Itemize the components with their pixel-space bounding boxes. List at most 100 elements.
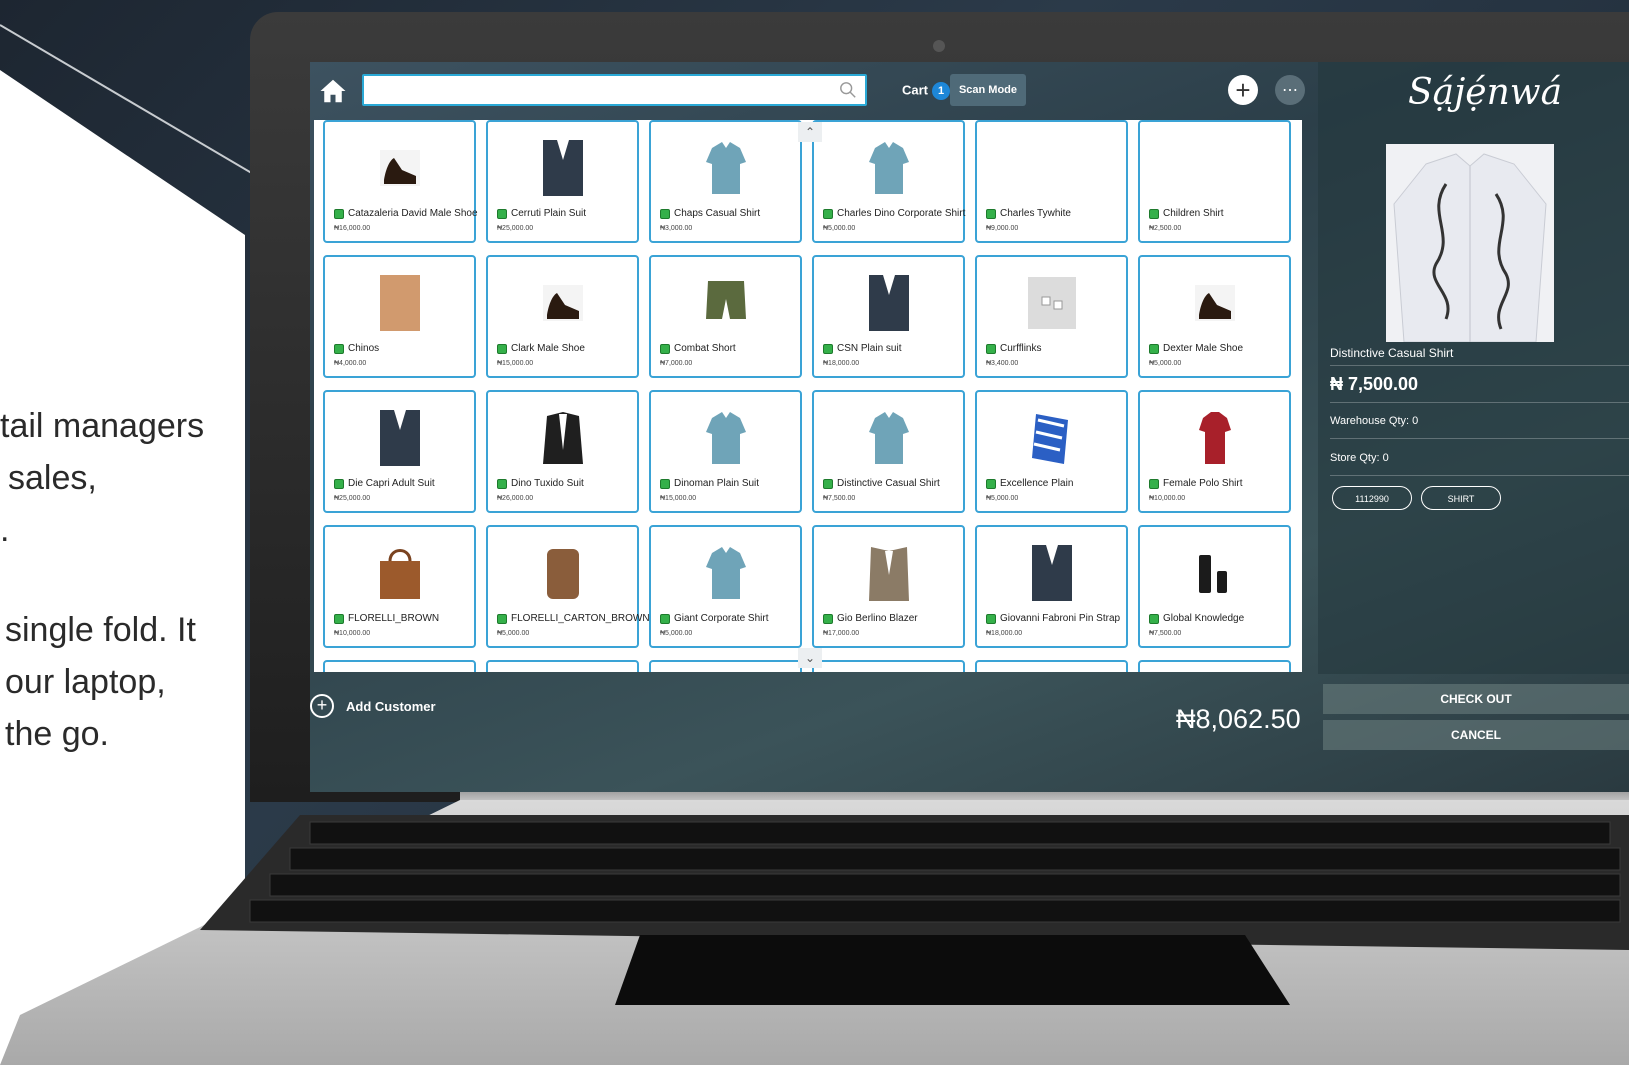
add-product-button[interactable]: +	[1228, 75, 1258, 105]
home-icon[interactable]	[318, 76, 348, 106]
product-card[interactable]: FLORELLI_BROWN ₦10,000.00	[323, 525, 476, 648]
product-card[interactable]: Female Polo Shirt ₦10,000.00	[1138, 390, 1291, 513]
scan-mode-button[interactable]: Scan Mode	[950, 74, 1026, 106]
product-card[interactable]: Global Knowledge ₦7,500.00	[1138, 525, 1291, 648]
product-card[interactable]: Chinos ₦4,000.00	[323, 255, 476, 378]
promo-line-6: the go.	[5, 715, 109, 753]
in-stock-icon	[986, 208, 996, 219]
search-box	[362, 74, 867, 106]
in-stock-icon	[497, 343, 507, 354]
product-name: Combat Short	[674, 343, 736, 354]
bottom-bar: + Add Customer ₦8,062.50	[310, 674, 1320, 792]
product-name-row: Charles Dino Corporate Shirt	[823, 208, 965, 219]
product-card-partial[interactable]	[975, 660, 1128, 672]
product-name-row: Excellence Plain	[986, 478, 1073, 489]
product-name: Charles Dino Corporate Shirt	[837, 208, 966, 219]
product-card[interactable]: Giant Corporate Shirt ₦5,000.00	[649, 525, 802, 648]
product-name-row: Children Shirt	[1149, 208, 1224, 219]
sku-tag[interactable]: 1112990	[1332, 486, 1412, 510]
product-price: ₦7,500.00	[823, 495, 856, 502]
product-name: Dinoman Plain Suit	[674, 478, 760, 489]
product-name-row: Catazaleria David Male Shoe	[334, 208, 478, 219]
product-name: Giovanni Fabroni Pin Strap	[1000, 613, 1121, 624]
product-card[interactable]: Children Shirt ₦2,500.00	[1138, 120, 1291, 243]
product-card[interactable]: Combat Short ₦7,000.00	[649, 255, 802, 378]
product-card-partial[interactable]	[323, 660, 476, 672]
suit-icon	[1031, 545, 1072, 601]
product-card[interactable]: Giovanni Fabroni Pin Strap ₦18,000.00	[975, 525, 1128, 648]
in-stock-icon	[660, 478, 670, 489]
product-card[interactable]: FLORELLI_CARTON_BROWN ₦5,000.00	[486, 525, 650, 648]
product-name: Dino Tuxido Suit	[511, 478, 584, 489]
shirt-icon	[705, 412, 746, 464]
product-name-row: Curfflinks	[986, 343, 1042, 354]
product-card[interactable]: Gio Berlino Blazer ₦17,000.00	[812, 525, 965, 648]
product-card[interactable]: Clark Male Shoe ₦15,000.00	[486, 255, 639, 378]
decorative-line	[0, 24, 256, 176]
product-card[interactable]: Die Capri Adult Suit ₦25,000.00	[323, 390, 476, 513]
product-card[interactable]: Charles Dino Corporate Shirt ₦5,000.00	[812, 120, 965, 243]
product-price: ₦16,000.00	[334, 225, 371, 232]
product-name-row: Dexter Male Shoe	[1149, 343, 1243, 354]
in-stock-icon	[1149, 343, 1159, 354]
product-card[interactable]: Cerruti Plain Suit ₦25,000.00	[486, 120, 639, 243]
product-name: Children Shirt	[1163, 208, 1224, 219]
product-card[interactable]: Distinctive Casual Shirt ₦7,500.00	[812, 390, 965, 513]
cancel-button[interactable]: CANCEL	[1323, 720, 1629, 750]
product-card-partial[interactable]	[1138, 660, 1291, 672]
product-price: ₦15,000.00	[497, 360, 534, 367]
product-card[interactable]: CSN Plain suit ₦18,000.00	[812, 255, 965, 378]
store-qty: Store Qty: 0	[1330, 452, 1389, 464]
product-name-row: Chaps Casual Shirt	[660, 208, 760, 219]
product-name: Dexter Male Shoe	[1163, 343, 1244, 354]
product-name: Curfflinks	[1000, 343, 1042, 354]
scroll-down-button[interactable]: ⌄	[798, 648, 822, 668]
in-stock-icon	[823, 478, 833, 489]
product-card-partial[interactable]	[486, 660, 639, 672]
product-card-partial[interactable]	[649, 660, 802, 672]
add-customer-button[interactable]: + Add Customer	[310, 694, 436, 718]
checkout-button[interactable]: CHECK OUT	[1323, 684, 1629, 714]
search-input[interactable]	[370, 76, 834, 104]
product-card-partial[interactable]	[812, 660, 965, 672]
product-card[interactable]: Dexter Male Shoe ₦5,000.00	[1138, 255, 1291, 378]
suit-icon	[379, 410, 420, 466]
category-tag[interactable]: SHIRT	[1421, 486, 1501, 510]
shirt-icon	[705, 547, 746, 599]
product-name: Catazaleria David Male Shoe	[348, 208, 478, 219]
product-card[interactable]: Chaps Casual Shirt ₦3,000.00	[649, 120, 802, 243]
shoe-icon	[1194, 285, 1235, 321]
product-image-placeholder	[1028, 140, 1076, 196]
search-icon[interactable]	[839, 81, 857, 99]
in-stock-icon	[334, 613, 344, 624]
product-card[interactable]: Catazaleria David Male Shoe ₦16,000.00	[323, 120, 478, 243]
promo-text: tail managers sales, . single fold. It o…	[0, 400, 240, 760]
tuxedo-icon	[542, 412, 583, 464]
in-stock-icon	[660, 343, 670, 354]
in-stock-icon	[660, 208, 670, 219]
in-stock-icon	[1149, 613, 1159, 624]
product-card[interactable]: Curfflinks ₦3,400.00	[975, 255, 1128, 378]
scroll-up-button[interactable]: ⌃	[798, 122, 822, 142]
product-price: ₦10,000.00	[1149, 495, 1186, 502]
in-stock-icon	[1149, 478, 1159, 489]
brand-logo: Sạ́jẹ́nwá	[1408, 72, 1563, 113]
product-name: Gio Berlino Blazer	[837, 613, 918, 624]
product-price: ₦7,000.00	[660, 360, 693, 367]
cart-button[interactable]: Cart 1	[902, 82, 951, 100]
product-name-row: FLORELLI_CARTON_BROWN	[497, 613, 650, 624]
more-options-button[interactable]: ⋯	[1275, 75, 1305, 105]
shoe-icon	[379, 150, 420, 186]
divider	[1330, 475, 1629, 476]
product-card[interactable]: Charles Tywhite ₦9,000.00	[975, 120, 1128, 243]
product-name-row: Cerruti Plain Suit	[497, 208, 586, 219]
detail-product-name: Distinctive Casual Shirt	[1330, 346, 1454, 360]
product-card[interactable]: Dinoman Plain Suit ₦15,000.00	[649, 390, 802, 513]
product-name-row: Die Capri Adult Suit	[334, 478, 435, 489]
product-card[interactable]: Excellence Plain ₦5,000.00	[975, 390, 1128, 513]
product-price: ₦3,000.00	[660, 225, 693, 232]
in-stock-icon	[823, 343, 833, 354]
shirt-icon	[868, 412, 909, 464]
camera-icon	[933, 40, 945, 52]
product-card[interactable]: Dino Tuxido Suit ₦26,000.00	[486, 390, 639, 513]
